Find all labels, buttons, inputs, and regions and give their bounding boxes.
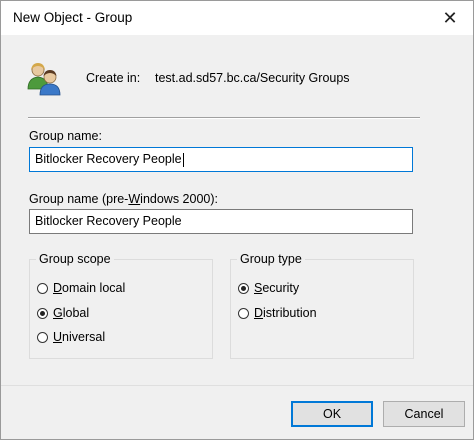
radio-button[interactable] <box>37 331 48 343</box>
radio-label: Security <box>254 281 300 295</box>
radio-domain-local[interactable]: Domain local <box>37 281 125 295</box>
radio-button[interactable] <box>37 282 48 294</box>
group-type-box: Group type Security Distribution <box>230 252 414 359</box>
group-name-pre2000-label: Group name (pre-Windows 2000): <box>29 192 218 206</box>
group-type-title: Group type <box>237 252 305 266</box>
radio-global[interactable]: Global <box>37 306 89 320</box>
cancel-button[interactable]: Cancel <box>383 401 465 427</box>
radio-button[interactable] <box>238 282 249 294</box>
radio-universal[interactable]: Universal <box>37 330 105 344</box>
close-icon: ✕ <box>442 7 458 28</box>
title-bar[interactable]: New Object - Group ✕ <box>1 1 473 35</box>
radio-label: Global <box>53 306 90 320</box>
radio-distribution[interactable]: Distribution <box>238 306 317 320</box>
window-title: New Object - Group <box>13 10 133 25</box>
radio-label: Domain local <box>53 281 126 295</box>
close-button[interactable]: ✕ <box>427 1 473 35</box>
ok-button[interactable]: OK <box>291 401 373 427</box>
group-scope-title: Group scope <box>36 252 114 266</box>
separator <box>28 117 420 119</box>
group-scope-box: Group scope Domain local Global Universa… <box>29 252 213 359</box>
radio-button[interactable] <box>238 307 249 319</box>
label-part: indows 2000): <box>140 192 218 206</box>
radio-label: Universal <box>53 330 106 344</box>
new-object-group-dialog: New Object - Group ✕ Create in: test.ad.… <box>0 0 474 440</box>
label-part: Group name (pre- <box>29 192 129 206</box>
radio-label: Distribution <box>254 306 317 320</box>
radio-security[interactable]: Security <box>238 281 299 295</box>
label-mnemonic: W <box>128 192 141 206</box>
group-name-value: Bitlocker Recovery People <box>35 152 182 166</box>
group-name-label: Group name: <box>29 129 102 143</box>
group-name-pre2000-input[interactable]: Bitlocker Recovery People <box>29 209 413 234</box>
radio-button[interactable] <box>37 307 48 319</box>
users-icon <box>27 63 61 96</box>
text-caret <box>182 152 184 167</box>
create-in-label: Create in: <box>86 71 141 85</box>
group-name-input[interactable]: Bitlocker Recovery People <box>29 147 413 172</box>
group-name-pre2000-value: Bitlocker Recovery People <box>35 214 182 228</box>
create-in-path: test.ad.sd57.bc.ca/Security Groups <box>155 71 350 85</box>
